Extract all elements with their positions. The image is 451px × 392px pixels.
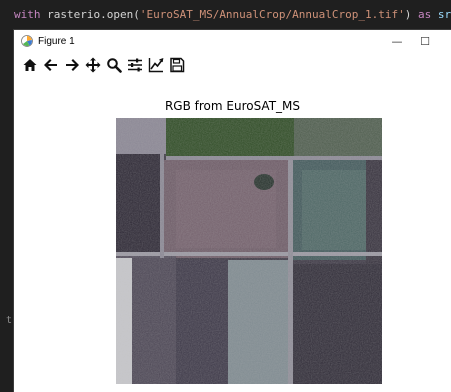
rgb-image-render: [116, 118, 382, 384]
edit-axis-button[interactable]: [146, 55, 165, 75]
edit-axis-icon: [148, 57, 163, 73]
matplotlib-icon: [21, 35, 33, 47]
plot-title: RGB from EuroSAT_MS: [164, 99, 301, 113]
code-variable: src:: [437, 8, 451, 21]
save-button[interactable]: [167, 55, 186, 75]
pan-icon: [85, 57, 100, 73]
satellite-image: [116, 118, 382, 384]
code-string-path: 'EuroSAT_MS/AnnualCrop/AnnualCrop_1.tif': [139, 8, 405, 21]
figure-window: Figure 1 — ☐ RGB from EuroSAT_MS: [14, 30, 451, 392]
gutter-mark: t: [6, 315, 13, 326]
forward-icon: [65, 59, 79, 71]
home-icon: [23, 59, 36, 71]
figure-toolbar: [14, 52, 451, 78]
code-keyword-as: as: [418, 8, 432, 21]
pan-button[interactable]: [83, 55, 102, 75]
minimize-button[interactable]: —: [383, 30, 411, 52]
code-editor-line: with rasterio.open('EuroSAT_MS/AnnualCro…: [0, 0, 451, 30]
save-icon: [169, 57, 184, 73]
forward-button[interactable]: [62, 55, 81, 75]
code-keyword-with: with: [14, 8, 41, 21]
code-close-paren: ): [404, 8, 412, 21]
code-function-call: rasterio.open(: [47, 8, 140, 21]
configure-subplots-button[interactable]: [125, 55, 144, 75]
configure-subplots-icon: [127, 58, 142, 72]
zoom-icon: [106, 58, 122, 73]
home-button[interactable]: [20, 55, 39, 75]
zoom-button[interactable]: [104, 55, 123, 75]
back-icon: [43, 59, 57, 71]
window-title: Figure 1: [38, 35, 75, 47]
back-button[interactable]: [41, 55, 60, 75]
window-titlebar[interactable]: Figure 1 — ☐: [14, 30, 451, 52]
editor-gutter: t: [0, 30, 14, 392]
maximize-button[interactable]: ☐: [411, 30, 439, 52]
